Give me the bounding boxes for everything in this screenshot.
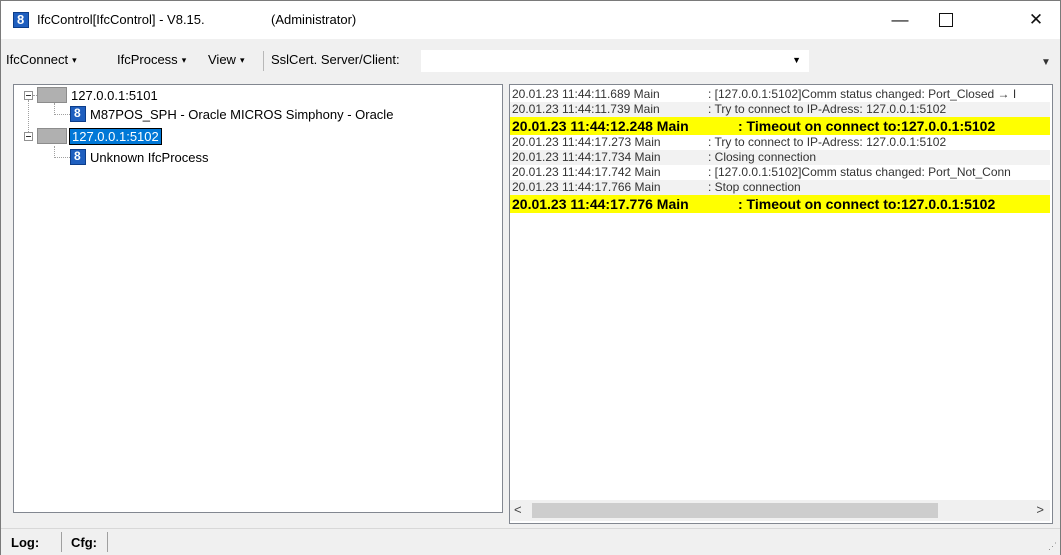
- status-log-label[interactable]: Log:: [11, 535, 39, 550]
- tree-node-label: Unknown IfcProcess: [90, 149, 209, 165]
- scroll-left-icon[interactable]: <: [514, 502, 522, 517]
- tree-node-5101[interactable]: 127.0.0.1:5101: [24, 86, 158, 104]
- main-window: 8 IfcControl[IfcControl] - V8.15. (Admin…: [0, 0, 1061, 555]
- log-line-highlight: 20.01.23 11:44:17.776 Main: Timeout on c…: [510, 195, 1050, 213]
- tree-node-label: 127.0.0.1:5101: [71, 87, 158, 103]
- tree-node-label: M87POS_SPH - Oracle MICROS Simphony - Or…: [90, 106, 394, 122]
- log-view[interactable]: 20.01.23 11:44:11.689 Main: [127.0.0.1:5…: [509, 84, 1053, 524]
- status-bar: Log: Cfg: ⋰: [1, 528, 1060, 555]
- scrollbar-thumb[interactable]: [532, 503, 938, 518]
- close-button[interactable]: ✕: [1013, 1, 1059, 39]
- connection-icon: [37, 128, 67, 144]
- ssl-cert-label: SslCert. Server/Client:: [271, 52, 400, 67]
- status-separator: [107, 532, 108, 552]
- log-lines: 20.01.23 11:44:11.689 Main: [127.0.0.1:5…: [510, 87, 1050, 213]
- close-icon: ✕: [1028, 10, 1044, 29]
- chevron-down-icon: ▾: [239, 55, 245, 65]
- app-icon[interactable]: 8: [13, 12, 29, 28]
- tree-line: [54, 114, 70, 116]
- window-admin-label: (Administrator): [271, 12, 357, 27]
- resize-grip-icon[interactable]: ⋰: [1048, 541, 1057, 552]
- log-line: 20.01.23 11:44:17.273 Main: Try to conne…: [512, 135, 947, 149]
- tree-node-m87pos[interactable]: 8 M87POS_SPH - Oracle MICROS Simphony - …: [70, 105, 393, 123]
- ifc-8-icon: 8: [70, 106, 86, 122]
- chevron-down-icon: ▾: [181, 55, 187, 65]
- minimize-button[interactable]: —: [877, 1, 923, 39]
- tree-line: [54, 157, 70, 159]
- log-line: 20.01.23 11:44:11.739 Main: Try to conne…: [510, 102, 1050, 117]
- menu-ifcconnect[interactable]: IfcConnect ▾: [6, 52, 77, 67]
- status-cfg-label[interactable]: Cfg:: [71, 535, 97, 550]
- maximize-button[interactable]: [923, 1, 969, 39]
- toolbar: IfcConnect ▾ IfcProcess ▾ View ▾ SslCert. S…: [1, 47, 1060, 75]
- status-separator: [61, 532, 62, 552]
- chevron-down-icon: ▾: [72, 55, 77, 65]
- combo-arrow-icon: ▼: [792, 55, 801, 65]
- scroll-right-icon[interactable]: >: [1036, 502, 1044, 517]
- server-client-combo[interactable]: ▼: [421, 50, 809, 72]
- log-line: 20.01.23 11:44:17.742 Main: [127.0.0.1:5…: [512, 165, 1011, 179]
- minimize-icon: —: [891, 10, 909, 29]
- connection-tree[interactable]: 127.0.0.1:5101 8 M87POS_SPH - Oracle MIC…: [13, 84, 503, 513]
- collapse-icon[interactable]: [24, 90, 33, 100]
- collapse-icon[interactable]: [24, 131, 33, 141]
- menu-view[interactable]: View ▾: [208, 52, 244, 67]
- tree-node-5102[interactable]: 127.0.0.1:5102: [24, 127, 162, 145]
- log-line: 20.01.23 11:44:17.734 Main: Closing conn…: [510, 150, 1050, 165]
- menu-ifcprocess[interactable]: IfcProcess ▾: [117, 52, 186, 67]
- title-bar[interactable]: 8 IfcControl[IfcControl] - V8.15. (Admin…: [1, 1, 1060, 39]
- connection-icon: [37, 87, 67, 103]
- tree-node-label-selected[interactable]: 127.0.0.1:5102: [69, 127, 162, 145]
- toolbar-separator: [263, 51, 264, 71]
- horizontal-scrollbar[interactable]: < >: [510, 500, 1050, 521]
- log-line: 20.01.23 11:44:11.689 Main: [127.0.0.1:5…: [512, 87, 1017, 101]
- ifc-8-icon: 8: [70, 149, 86, 165]
- maximize-icon: [939, 13, 953, 27]
- log-line: 20.01.23 11:44:17.766 Main: Stop connect…: [510, 180, 1050, 195]
- toolbar-overflow-button[interactable]: ▼: [1041, 57, 1051, 68]
- window-title: IfcControl[IfcControl] - V8.15.: [37, 12, 205, 27]
- tree-node-unknown[interactable]: 8 Unknown IfcProcess: [70, 148, 209, 166]
- log-line-highlight: 20.01.23 11:44:12.248 Main: Timeout on c…: [510, 117, 1050, 135]
